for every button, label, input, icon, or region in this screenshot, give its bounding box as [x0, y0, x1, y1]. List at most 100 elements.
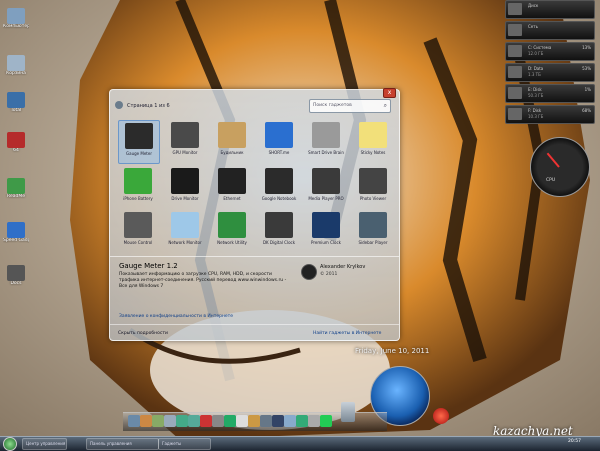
dock-app-icon[interactable] [224, 415, 236, 427]
gadget-thumbnail-icon [359, 168, 387, 194]
dock-app-icon[interactable] [308, 415, 320, 427]
drive-icon [508, 45, 522, 57]
dock-app-icon[interactable] [140, 415, 152, 427]
sidebar-gadget[interactable]: Сеть [505, 21, 595, 40]
dock-app-icon[interactable] [236, 415, 248, 427]
privacy-link[interactable]: Заявление о конфиденциальности в Интерне… [119, 314, 233, 319]
windows-icon [7, 222, 25, 238]
desktop-icon-64[interactable]: 64 [3, 132, 29, 153]
gadget-tile-label: SHORT.me [268, 150, 290, 155]
get-more-gadgets-link[interactable]: Найти гаджеты в Интернете [313, 331, 381, 336]
gadget-gallery-window: Страница 1 из 6 Поиск гаджетов ⌕ Gauge M… [109, 89, 400, 341]
desktop-icon-total[interactable]: Total [3, 92, 29, 113]
desktop-icon-recycle-bin[interactable]: Корзина [3, 55, 29, 76]
gadget-subtitle: 50.3 ГБ [528, 93, 544, 98]
desktop-icon-label: 64 [13, 148, 19, 153]
gadget-thumbnail-icon [265, 168, 293, 194]
desktop-icon-docs[interactable]: Docs [3, 265, 29, 286]
folder-icon [7, 265, 25, 281]
drive-icon [508, 87, 522, 99]
gadget-value: 68% [582, 108, 591, 113]
gadget-tile[interactable]: Sticky Notes [353, 120, 393, 162]
sidebar-gadget[interactable]: C: Система 12.0 ГБ 13% [505, 42, 595, 61]
dock-app-icon[interactable] [296, 415, 308, 427]
gadget-tile[interactable]: Premium Clock [306, 210, 346, 252]
gadget-tile-label: Smart Drive Brain [308, 150, 344, 155]
sidebar-gadget[interactable]: F: Disk 10.3 ГБ 68% [505, 105, 595, 124]
desktop-icon-label: Компьютер [3, 24, 29, 29]
gadget-thumbnail-icon [218, 122, 246, 148]
gadget-tile[interactable]: Photo Viewer [353, 166, 393, 208]
gadget-subtitle: 12.0 ГБ [528, 51, 544, 56]
dock-app-icon[interactable] [164, 415, 176, 427]
desktop-icon-label: Корзина [6, 71, 26, 76]
desktop-icon-label: Speed Gadget [3, 238, 29, 243]
gadget-thumbnail-icon [218, 168, 246, 194]
taskbar-item[interactable]: Панель управления [86, 438, 159, 450]
gadget-tile[interactable]: Media Player PRO [306, 166, 346, 208]
close-button[interactable]: x [383, 88, 396, 98]
gadget-title: D: Data [528, 66, 544, 71]
dock-app-icon[interactable] [128, 415, 140, 427]
sidebar-gadget[interactable]: Диск [505, 0, 595, 19]
start-button[interactable] [3, 437, 17, 451]
gadget-value: 1% [584, 87, 591, 92]
gadget-tile-label: Network Monitor [168, 240, 202, 245]
gadget-tile-label: Mouse Control [123, 240, 153, 245]
gadget-tile[interactable]: Ethernet [212, 166, 252, 208]
gadget-description: Показывает информацию о загрузке CPU, RA… [119, 272, 287, 289]
taskbar-item[interactable]: Гаджеты [158, 438, 211, 450]
search-icon: ⌕ [383, 102, 387, 109]
hide-details-button[interactable]: Скрыть подробности [118, 331, 168, 336]
dock-app-icon[interactable] [433, 408, 449, 424]
gadget-tile[interactable]: Network Monitor [165, 210, 205, 252]
sidebar-gadget[interactable]: D: Data 1.3 ТБ 53% [505, 63, 595, 82]
desktop-icon-readme[interactable]: ReadMe [3, 178, 29, 199]
gadget-tile[interactable]: Smart Drive Brain [306, 120, 346, 162]
gadget-tile-label: Будильник [220, 150, 244, 155]
gadget-tile[interactable]: Mouse Control [118, 210, 158, 252]
dock-app-icon[interactable] [200, 415, 212, 427]
gadget-tile-label: GPU Monitor [172, 150, 198, 155]
gadget-tile[interactable]: Google Notebook [259, 166, 299, 208]
desktop-icon-speed-gadget[interactable]: Speed Gadget [3, 222, 29, 243]
gadget-version: © 2011 [320, 272, 338, 277]
dock-app-icon[interactable] [272, 415, 284, 427]
sidebar-gadget[interactable]: E: Disk 50.3 ГБ 1% [505, 84, 595, 103]
trash-icon[interactable] [341, 402, 355, 422]
gadget-title: C: Система [528, 45, 552, 50]
taskbar-item[interactable]: Центр управления [22, 438, 67, 450]
dock-app-icon[interactable] [188, 415, 200, 427]
gadget-thumbnail-icon [125, 123, 153, 149]
gadget-tile[interactable]: SHORT.me [259, 120, 299, 162]
dock-app-icon[interactable] [212, 415, 224, 427]
dock-app-icon[interactable] [284, 415, 296, 427]
gadget-thumbnail-icon [218, 212, 246, 238]
gadget-tile[interactable]: GPU Monitor [165, 120, 205, 162]
drive-icon [508, 3, 522, 15]
gadget-search-input[interactable]: Поиск гаджетов ⌕ [309, 99, 391, 113]
cpu-gauge-gadget[interactable] [530, 137, 590, 197]
dock-app-icon[interactable] [176, 415, 188, 427]
gadget-thumbnail-icon [171, 212, 199, 238]
gadget-tile-label: Premium Clock [311, 240, 341, 245]
dock-app-icon[interactable] [152, 415, 164, 427]
desktop-icon-computer[interactable]: Компьютер [3, 8, 29, 29]
dock-app-icon[interactable] [260, 415, 272, 427]
gadget-tile[interactable]: Будильник [212, 120, 252, 162]
desktop-icon-label: ReadMe [7, 194, 25, 199]
tray-clock: 20:57 [568, 439, 581, 444]
gadget-thumbnail-icon [265, 122, 293, 148]
gadget-tile[interactable]: Network Utility [212, 210, 252, 252]
gadget-tile[interactable]: iPhone Battery [118, 166, 158, 208]
page-back-button[interactable] [115, 101, 123, 109]
gadget-tile[interactable]: Sidebar Player [353, 210, 393, 252]
drive-icon [508, 24, 522, 36]
dock-app-icon[interactable] [248, 415, 260, 427]
gadget-tile-label: Photo Viewer [359, 196, 387, 201]
gadget-tile[interactable]: DK Digital Clock [259, 210, 299, 252]
dock-app-icon[interactable] [320, 415, 332, 427]
gadget-tile[interactable]: Gauge Meter [118, 120, 160, 164]
gadget-tile-label: DK Digital Clock [262, 240, 296, 245]
gadget-tile[interactable]: Drive Monitor [165, 166, 205, 208]
